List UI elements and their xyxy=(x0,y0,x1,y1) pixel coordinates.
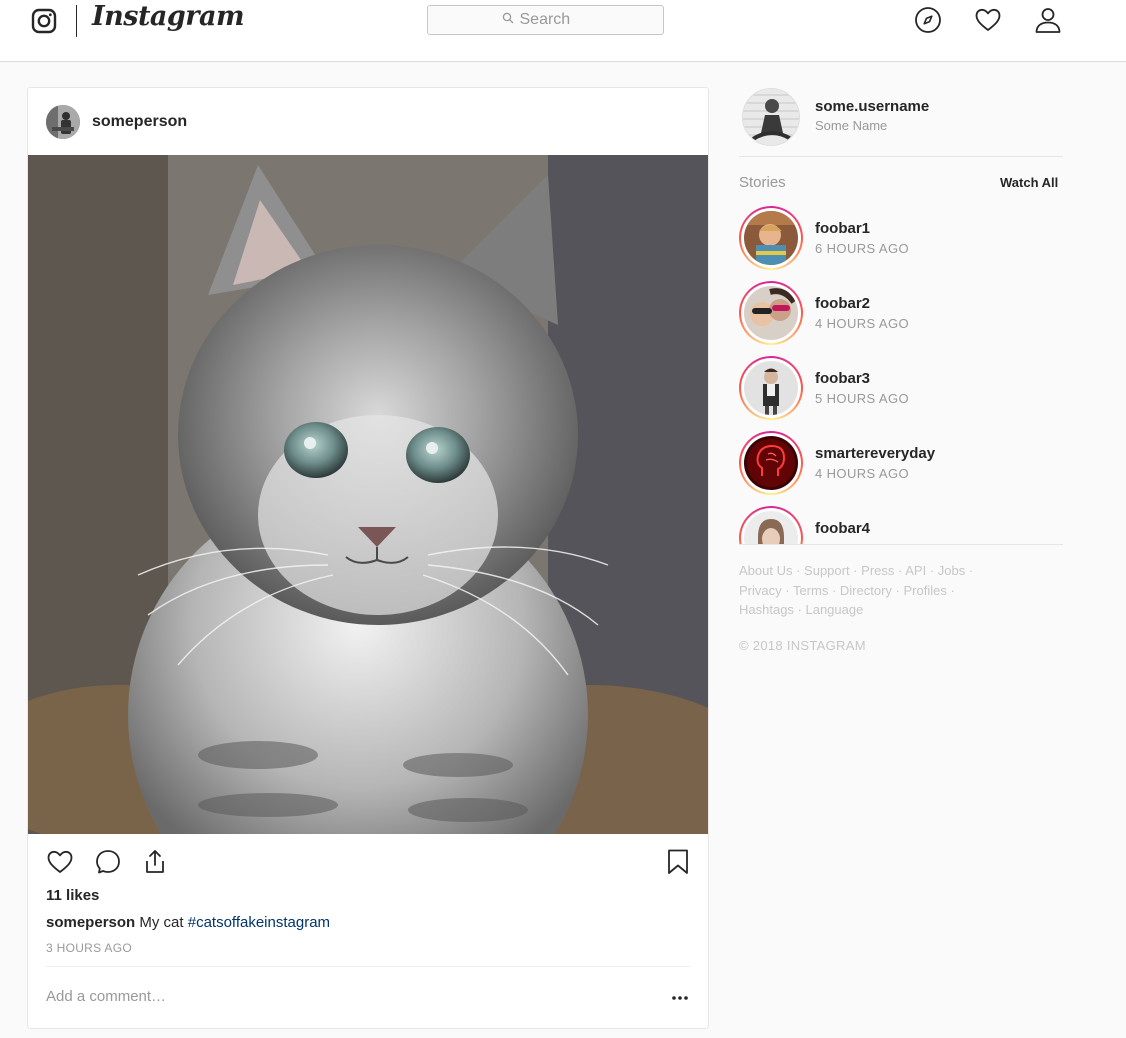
current-user-fullname: Some Name xyxy=(815,118,888,133)
story-time: 4 HOURS AGO xyxy=(815,316,909,331)
story-time: 5 HOURS AGO xyxy=(815,391,909,406)
story-username: foobar1 xyxy=(815,220,871,237)
story-ring xyxy=(739,431,803,495)
story-ring xyxy=(739,356,803,420)
search-input[interactable] xyxy=(519,11,590,29)
footer-link-hashtags[interactable]: Hashtags xyxy=(739,602,794,617)
stories-list: foobar1 6 HOURS AGO foobar2 4 HOURS AGO … xyxy=(739,204,1063,544)
likes-count[interactable]: 11 likes xyxy=(46,887,99,904)
footer-link-privacy[interactable]: Privacy xyxy=(739,583,782,598)
stories-heading: Stories xyxy=(739,174,786,191)
post-actions xyxy=(28,848,708,880)
story-item[interactable]: foobar1 6 HOURS AGO xyxy=(739,204,1063,270)
caption-username[interactable]: someperson xyxy=(46,914,135,931)
instagram-wordmark[interactable]: Instagram xyxy=(92,1,245,32)
story-username: foobar2 xyxy=(815,295,871,312)
story-avatar xyxy=(744,211,798,265)
post-timestamp[interactable]: 3 HOURS AGO xyxy=(46,941,132,955)
story-time: 6 HOURS AGO xyxy=(815,241,909,256)
caption-hashtag[interactable]: #catsoffakeinstagram xyxy=(188,914,330,931)
post-photo-kitten[interactable] xyxy=(28,155,708,834)
story-item[interactable]: foobar4 xyxy=(739,504,1063,544)
explore-compass-icon[interactable] xyxy=(914,6,942,34)
story-username: foobar4 xyxy=(815,520,871,537)
story-time: 4 HOURS AGO xyxy=(815,466,909,481)
feed-post: someperson 11 likes someperson My cat #c… xyxy=(27,87,709,1029)
story-username: foobar3 xyxy=(815,370,871,387)
post-author-avatar[interactable] xyxy=(46,105,80,139)
story-ring xyxy=(739,206,803,270)
story-item[interactable]: smartereveryday 4 HOURS AGO xyxy=(739,429,1063,495)
copyright-text: © 2018 INSTAGRAM xyxy=(739,638,866,653)
story-avatar xyxy=(744,511,798,544)
post-caption: someperson My cat #catsoffakeinstagram xyxy=(46,914,330,931)
story-item[interactable]: foobar3 5 HOURS AGO xyxy=(739,354,1063,420)
footer-link-jobs[interactable]: Jobs xyxy=(938,563,965,578)
story-avatar xyxy=(744,436,798,490)
like-heart-icon[interactable] xyxy=(46,848,74,876)
footer-link-terms[interactable]: Terms xyxy=(793,583,828,598)
nav-divider xyxy=(76,5,77,37)
sidebar-footer-divider xyxy=(739,544,1063,545)
bookmark-icon[interactable] xyxy=(664,848,692,876)
footer-link-directory[interactable]: Directory xyxy=(840,583,892,598)
footer-link-about[interactable]: About Us xyxy=(739,563,792,578)
instagram-logo-icon[interactable] xyxy=(31,8,57,34)
footer-link-profiles[interactable]: Profiles xyxy=(903,583,946,598)
more-options-icon[interactable] xyxy=(668,988,692,1008)
comment-divider xyxy=(46,966,690,967)
top-nav: Instagram xyxy=(0,0,1126,62)
caption-text: My cat xyxy=(139,914,184,931)
story-ring xyxy=(739,281,803,345)
footer-link-language[interactable]: Language xyxy=(805,602,863,617)
add-comment-input[interactable] xyxy=(46,984,646,1008)
profile-person-icon[interactable] xyxy=(1034,6,1062,34)
share-icon[interactable] xyxy=(141,848,169,876)
activity-heart-icon[interactable] xyxy=(974,6,1002,34)
footer-link-press[interactable]: Press xyxy=(861,563,894,578)
watch-all-button[interactable]: Watch All xyxy=(1000,175,1058,190)
story-ring xyxy=(739,506,803,544)
current-user-username[interactable]: some.username xyxy=(815,98,929,115)
footer-link-api[interactable]: API xyxy=(905,563,926,578)
post-header: someperson xyxy=(28,88,708,155)
search-icon xyxy=(502,11,514,29)
sidebar-divider xyxy=(739,156,1063,157)
search-box[interactable] xyxy=(427,5,664,35)
story-avatar xyxy=(744,286,798,340)
footer-link-support[interactable]: Support xyxy=(804,563,850,578)
footer-links: About Us · Support · Press · API · Jobs … xyxy=(739,563,974,617)
story-avatar xyxy=(744,361,798,415)
story-item[interactable]: foobar2 4 HOURS AGO xyxy=(739,279,1063,345)
current-user-avatar[interactable] xyxy=(742,88,800,146)
story-username: smartereveryday xyxy=(815,445,936,462)
comment-bubble-icon[interactable] xyxy=(94,848,122,876)
post-author-username[interactable]: someperson xyxy=(92,113,187,131)
